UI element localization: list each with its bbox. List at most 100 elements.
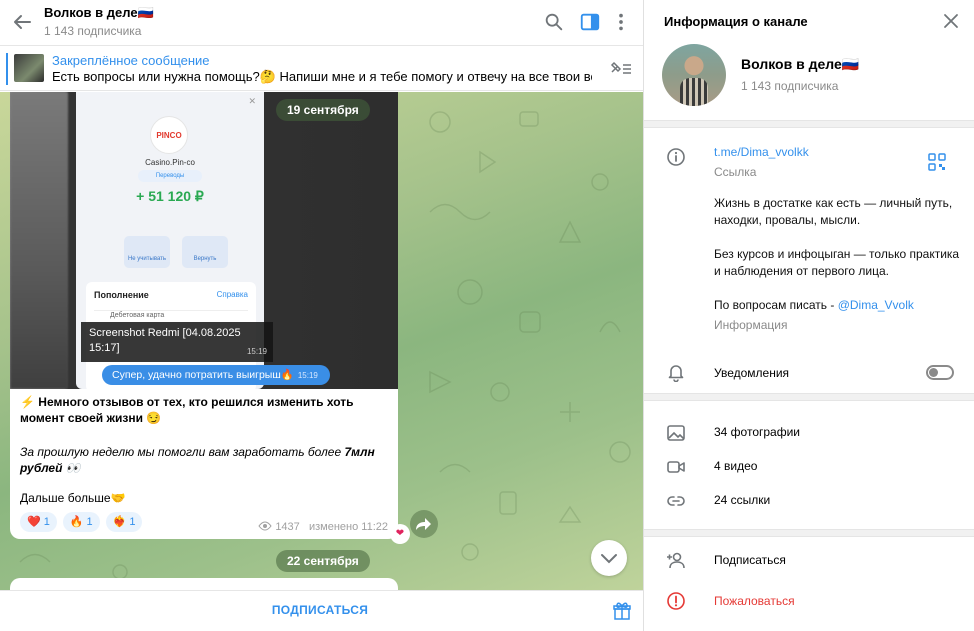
link-icon — [667, 496, 685, 506]
pinned-text: Есть вопросы или нужна помощь?🤔 Напиши м… — [52, 69, 592, 84]
about-p3-prefix: По вопросам писать - — [714, 298, 838, 312]
merchant-name: Casino.Pin-co — [145, 158, 195, 167]
reaction-fire[interactable]: 🔥 1 — [62, 512, 100, 532]
caption-time: 15:19 — [246, 347, 267, 356]
reaction-emoji: ❤️ — [27, 516, 41, 528]
category-tag: Переводы — [138, 170, 202, 182]
post-paragraph-3: Дальше больше🤝 — [20, 491, 126, 505]
qr-code-icon[interactable] — [928, 153, 946, 171]
links-label: 24 ссылки — [714, 493, 771, 507]
links-row[interactable]: 24 ссылки — [644, 485, 974, 517]
add-user-icon — [667, 552, 685, 569]
subscribe-label: Подписаться — [714, 553, 786, 567]
channel-info-panel: Информация о канале Волков в деле🇷🇺 1 14… — [644, 0, 974, 631]
channel-subscribers: 1 143 подписчика — [741, 79, 839, 93]
eye-icon — [258, 521, 272, 531]
card-link: Справка — [216, 290, 248, 299]
card-subtitle: Дебетовая карта — [110, 312, 165, 319]
bell-icon — [668, 365, 684, 382]
videos-label: 4 видео — [714, 459, 758, 473]
heart-reaction-badge: ❤ — [390, 524, 410, 544]
channel-post: ✕ PINCO Casino.Pin-co Переводы + 51 120 … — [10, 92, 398, 539]
link-caption: Ссылка — [714, 165, 757, 179]
section-separator — [644, 120, 974, 128]
chat-title[interactable]: Волков в деле🇷🇺 — [44, 5, 154, 21]
reaction-emoji: 🔥 — [69, 516, 84, 528]
subscribe-row[interactable]: Подписаться — [644, 543, 974, 577]
screenshot-caption: Screenshot Redmi [04.08.2025 15:17] 15:1… — [81, 322, 273, 362]
post-p2-prefix: За прошлую неделю мы помогли вам заработ… — [20, 445, 345, 459]
app-logo: PINCO — [150, 116, 188, 154]
gift-icon[interactable] — [612, 601, 632, 621]
report-row[interactable]: Пожаловаться — [644, 584, 974, 618]
chat-pane: Волков в деле🇷🇺 1 143 подписчика Закрепл… — [0, 0, 643, 631]
next-post-preview — [10, 578, 398, 590]
reaction-heart[interactable]: ❤️ 1 — [20, 512, 57, 532]
section-separator — [644, 393, 974, 401]
sidebar-toggle-icon[interactable] — [579, 11, 601, 33]
bottom-bar: ПОДПИСАТЬСЯ — [0, 590, 643, 631]
close-icon[interactable] — [942, 12, 960, 30]
contact-handle-link[interactable]: @Dima_Vvolk — [838, 298, 914, 312]
amount-text: + 51 120 ₽ — [136, 188, 204, 204]
pinned-title: Закреплённое сообщение — [52, 53, 210, 68]
section-separator — [644, 529, 974, 537]
scroll-down-button[interactable] — [591, 540, 627, 576]
reactions: ❤️ 1 🔥 1 ❤️‍🔥 1 — [20, 512, 143, 532]
reply-text: Супер, удачно потратить выигрыш🔥 — [112, 369, 294, 381]
about-paragraph-2: Без курсов и инфоцыган — только практика… — [714, 247, 960, 278]
ignore-button: Не учитывать — [124, 236, 170, 268]
info-header: Информация о канале — [644, 0, 974, 44]
about-paragraph-3: По вопросам писать - @Dima_Vvolk — [714, 297, 964, 314]
pinned-message-bar[interactable]: Закреплённое сообщение Есть вопросы или … — [0, 47, 643, 91]
channel-link[interactable]: t.me/Dima_vvolkk — [714, 145, 809, 159]
info-icon — [667, 148, 685, 166]
chat-subscribers: 1 143 подписчика — [44, 24, 142, 38]
avatar[interactable] — [662, 44, 726, 106]
close-icon: ✕ — [248, 96, 256, 106]
channel-description: Жизнь в достатке как есть — личный путь,… — [714, 195, 964, 314]
reaction-count: 1 — [86, 516, 93, 528]
reply-time: 15:19 — [297, 371, 318, 380]
notifications-label: Уведомления — [714, 366, 790, 380]
date-pill: 22 сентября — [276, 550, 370, 572]
channel-name: Волков в деле🇷🇺 — [741, 56, 860, 72]
return-button: Вернуть — [182, 236, 228, 268]
report-icon — [667, 592, 685, 610]
chat-background: ✕ PINCO Casino.Pin-co Переводы + 51 120 … — [0, 92, 643, 590]
edited-time: изменено 11:22 — [308, 521, 388, 533]
notifications-toggle[interactable] — [926, 365, 954, 380]
card-divider — [94, 310, 248, 311]
video-icon — [667, 461, 685, 473]
unpin-list-icon[interactable] — [609, 59, 633, 77]
back-arrow-icon[interactable] — [10, 10, 34, 34]
avatar-figure — [680, 78, 708, 106]
photos-row[interactable]: 34 фотографии — [644, 417, 974, 449]
subscribe-button[interactable]: ПОДПИСАТЬСЯ — [230, 603, 410, 617]
post-media[interactable]: ✕ PINCO Casino.Pin-co Переводы + 51 120 … — [10, 92, 398, 389]
card-title: Пополнение — [94, 290, 149, 300]
post-meta: 1437 изменено 11:22 — [258, 521, 388, 533]
post-p2-suffix: 👀 — [62, 461, 81, 475]
report-label: Пожаловаться — [714, 594, 795, 608]
view-count: 1437 — [275, 521, 300, 533]
photos-label: 34 фотографии — [714, 425, 801, 439]
videos-row[interactable]: 4 видео — [644, 451, 974, 483]
pinned-indicator — [6, 53, 8, 85]
about-paragraph-1: Жизнь в достатке как есть — личный путь,… — [714, 196, 953, 227]
reaction-heart-fire[interactable]: ❤️‍🔥 1 — [105, 512, 143, 532]
post-paragraph-2: За прошлую неделю мы помогли вам заработ… — [20, 444, 390, 476]
more-vertical-icon[interactable] — [610, 11, 632, 33]
date-pill: 19 сентября — [276, 99, 370, 121]
search-icon[interactable] — [543, 11, 565, 33]
chevron-down-icon — [601, 554, 617, 564]
forward-icon[interactable] — [410, 510, 438, 538]
pinned-thumbnail — [14, 54, 44, 82]
reaction-count: 1 — [43, 516, 50, 528]
post-text: ⚡ Немного отзывов от тех, кто решился из… — [20, 394, 390, 506]
about-caption: Информация — [714, 318, 788, 332]
reaction-emoji: ❤️‍🔥 — [112, 516, 127, 528]
toggle-knob — [929, 368, 938, 377]
post-paragraph-1: ⚡ Немного отзывов от тех, кто решился из… — [20, 395, 354, 425]
reaction-count: 1 — [129, 516, 136, 528]
